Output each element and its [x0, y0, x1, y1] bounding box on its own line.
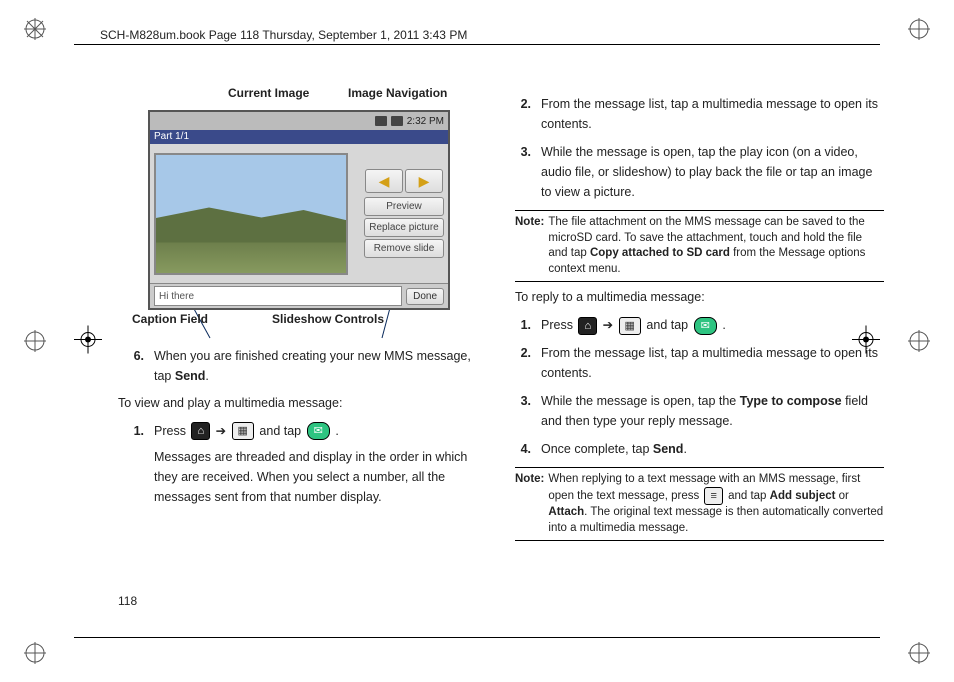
sunburst-icon [908, 642, 930, 664]
page-number: 118 [118, 594, 137, 608]
next-slide-button[interactable]: ▶ [405, 169, 443, 193]
caption-input[interactable]: Hi there [154, 286, 402, 306]
prev-slide-button[interactable]: ◀ [365, 169, 403, 193]
reply-step-2: 2. From the message list, tap a multimed… [515, 343, 884, 383]
signal-icon [375, 116, 387, 126]
frame-header: SCH-M828um.book Page 118 Thursday, Septe… [100, 28, 467, 42]
reply-step-4: 4. Once complete, tap Send. [515, 439, 884, 459]
sunburst-icon [908, 330, 930, 352]
status-bar: 2:32 PM [150, 112, 448, 130]
sunburst-icon [908, 18, 930, 40]
view-step-2: 2. From the message list, tap a multimed… [515, 94, 884, 134]
done-button[interactable]: Done [406, 288, 444, 305]
note-reply-mms: Note: When replying to a text message wi… [515, 467, 884, 542]
slideshow-controls: ◀ ▶ Preview Replace picture Remove slide [364, 169, 444, 258]
reply-intro: To reply to a multimedia message: [515, 288, 884, 307]
battery-icon [391, 116, 403, 126]
preview-button[interactable]: Preview [364, 197, 444, 216]
note-save-attachment: Note: The file attachment on the MMS mes… [515, 210, 884, 282]
figure-label-nav: Image Navigation [348, 86, 447, 100]
step-6: 6. When you are finished creating your n… [128, 346, 487, 386]
part-bar: Part 1/1 [150, 130, 448, 144]
view-step-3: 3. While the message is open, tap the pl… [515, 142, 884, 202]
view-step-1: 1. Press ⌂ ➔ ▦ and tap ✉ . Messages are … [128, 421, 487, 507]
right-column: 2. From the message list, tap a multimed… [515, 86, 884, 602]
menu-icon: ≡ [704, 487, 722, 505]
home-icon: ⌂ [578, 317, 597, 335]
status-time: 2:32 PM [407, 116, 444, 127]
figure-label-current: Current Image [228, 86, 309, 100]
remove-slide-button[interactable]: Remove slide [364, 239, 444, 258]
home-icon: ⌂ [191, 422, 210, 440]
sunburst-icon [24, 330, 46, 352]
left-column: Current Image Image Navigation 2:32 PM P… [118, 86, 487, 602]
slide-image [154, 153, 348, 275]
app-grid-icon: ▦ [619, 317, 641, 335]
registration-mark-icon [74, 326, 102, 357]
reply-step-3: 3. While the message is open, tap the Ty… [515, 391, 884, 431]
messaging-icon: ✉ [307, 422, 330, 440]
figure-label-caption: Caption Field [132, 312, 208, 326]
replace-picture-button[interactable]: Replace picture [364, 218, 444, 237]
view-intro: To view and play a multimedia message: [118, 394, 487, 413]
reply-step-1: 1. Press ⌂ ➔ ▦ and tap ✉ . [515, 315, 884, 335]
sunburst-icon [24, 18, 46, 40]
figure-label-slideshow: Slideshow Controls [272, 312, 384, 326]
sunburst-icon [24, 642, 46, 664]
messaging-icon: ✉ [694, 317, 717, 335]
phone-screenshot: 2:32 PM Part 1/1 ◀ ▶ Preview Replace pic… [148, 110, 450, 310]
app-grid-icon: ▦ [232, 422, 254, 440]
